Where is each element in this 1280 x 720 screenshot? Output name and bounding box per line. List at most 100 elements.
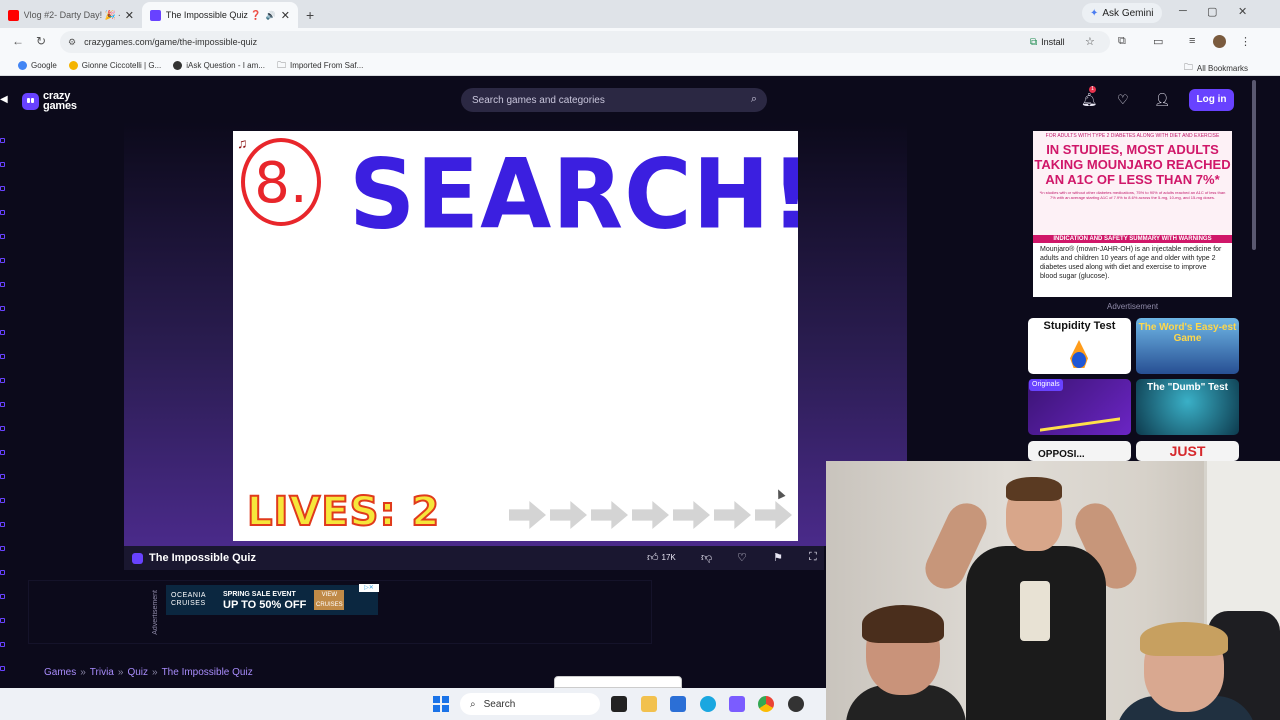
sidebar-icon[interactable] <box>0 258 5 263</box>
game-thumb-worlds-easiest[interactable]: The Word's Easy-est Game <box>1136 318 1239 374</box>
game-canvas[interactable]: ♫ 8. SEARCH! LIVES: 2 <box>233 131 798 541</box>
breadcrumb-link[interactable]: Trivia <box>90 667 114 678</box>
heart-icon[interactable]: ♡ <box>1117 92 1129 108</box>
game-thumb-opposite[interactable]: OPPOSI... <box>1028 441 1131 461</box>
thumbs-down-icon[interactable]: 👎︎ <box>701 551 712 564</box>
bookmark-label: Google <box>31 61 57 70</box>
taskbar-search[interactable]: ⌕ Search <box>460 693 600 715</box>
game-thumb-just[interactable]: JUST <box>1136 441 1239 461</box>
tab-youtube[interactable]: Vlog #2- Darty Day! 🎉 - YouTu ✕ <box>0 2 142 28</box>
thumb-title: OPPOSI... <box>1038 449 1085 460</box>
folder-icon: 🗀 <box>1183 62 1193 72</box>
oceania-ad-banner[interactable]: OCEANIA CRUISES SPRING SALE EVENT UP TO … <box>166 585 378 615</box>
cast-icon[interactable]: ≡ <box>1189 35 1195 47</box>
ask-gemini-button[interactable]: ✦ Ask Gemini <box>1082 3 1162 23</box>
bookmark-imported[interactable]: 🗀 Imported From Saf... <box>277 58 363 74</box>
store-icon[interactable] <box>670 696 686 712</box>
all-bookmarks-button[interactable]: 🗀 All Bookmarks <box>1184 60 1248 76</box>
like-button[interactable]: 👍︎ 17K <box>647 551 676 564</box>
sidebar-icon[interactable] <box>0 378 5 383</box>
reload-icon[interactable]: ↻ <box>36 34 46 48</box>
thumb-title: Stupidity Test <box>1043 320 1116 332</box>
bookmark-gionne[interactable]: Gionne Ciccotelli | G... <box>68 61 161 70</box>
sidebar-icon[interactable] <box>0 354 5 359</box>
edge-icon[interactable] <box>700 696 716 712</box>
profile-avatar[interactable] <box>1213 35 1226 48</box>
skip-arrow-icon <box>755 501 792 529</box>
address-bar[interactable]: ⚙ crazygames.com/game/the-impossible-qui… <box>60 31 1110 53</box>
iask-icon <box>173 61 183 70</box>
notification-badge: 1 <box>1089 86 1096 93</box>
chrome-icon[interactable] <box>758 696 774 712</box>
favorite-heart-icon[interactable]: ♡ <box>737 551 747 564</box>
sidebar-icon[interactable] <box>0 138 5 143</box>
ad-choices-icon[interactable]: ▷✕ <box>359 584 379 592</box>
bookmark-iask[interactable]: iAsk Question - I am... <box>173 61 265 70</box>
sidebar-icon[interactable] <box>0 522 5 527</box>
sidebar-icon[interactable] <box>0 162 5 167</box>
crazygames-logo[interactable]: crazy games <box>22 91 77 112</box>
sidebar-icon[interactable] <box>0 618 5 623</box>
sidebar-icon[interactable] <box>0 210 5 215</box>
fullscreen-icon[interactable]: ⛶ <box>809 551 817 564</box>
sidebar-icon[interactable] <box>0 402 5 407</box>
report-icon[interactable]: ⚑ <box>773 551 783 564</box>
sidebar-icon[interactable] <box>0 594 5 599</box>
file-explorer-icon[interactable] <box>641 696 657 712</box>
sidebar-icon[interactable] <box>0 282 5 287</box>
webcam-overlay <box>826 461 1280 720</box>
sidebar-toggle-icon[interactable]: ◀ <box>0 94 8 105</box>
sidebar-icon[interactable] <box>0 546 5 551</box>
sidebar-icon[interactable] <box>0 666 5 671</box>
breadcrumb-link[interactable]: Quiz <box>127 667 148 678</box>
left-sidebar-rail <box>0 122 8 688</box>
breadcrumb-link[interactable]: Games <box>44 667 76 678</box>
site-info-icon[interactable]: ⚙ <box>68 37 76 48</box>
sidebar-icon[interactable] <box>0 426 5 431</box>
install-app-button[interactable]: ⧉ Install <box>1030 34 1065 50</box>
sidebar-icon[interactable] <box>0 642 5 647</box>
close-window-icon[interactable]: ✕ <box>1238 5 1247 18</box>
question-text[interactable]: SEARCH! <box>349 138 798 250</box>
sidepanel-icon[interactable]: ▭ <box>1153 35 1163 48</box>
sidebar-icon[interactable] <box>0 306 5 311</box>
sidebar-icon[interactable] <box>0 234 5 239</box>
extensions-icon[interactable]: ⧉ <box>1118 35 1126 48</box>
windows-start-icon[interactable] <box>433 696 449 712</box>
skip-arrow-icon <box>550 501 587 529</box>
new-tab-button[interactable]: + <box>298 7 322 28</box>
app-grid-icon[interactable] <box>729 696 745 712</box>
taskbar-preview <box>554 676 682 688</box>
login-button[interactable]: Log in <box>1189 89 1234 111</box>
sidebar-icon[interactable] <box>0 570 5 575</box>
person-left <box>846 605 966 720</box>
sidebar-icon[interactable] <box>0 498 5 503</box>
sidebar-icon[interactable] <box>0 450 5 455</box>
ask-gemini-label: Ask Gemini <box>1102 7 1154 19</box>
task-view-icon[interactable] <box>611 696 627 712</box>
music-note-icon[interactable]: ♫ <box>237 135 248 151</box>
bell-icon[interactable]: 🔔︎ <box>1081 92 1098 108</box>
sidebar-icon[interactable] <box>0 330 5 335</box>
game-search-input[interactable]: Search games and categories ⌕ <box>461 88 767 112</box>
maximize-icon[interactable]: ▢ <box>1207 5 1217 18</box>
app-icon[interactable] <box>788 696 804 712</box>
sidebar-icon[interactable] <box>0 474 5 479</box>
bookmark-star-icon[interactable]: ☆ <box>1085 35 1095 48</box>
user-icon[interactable]: 👤︎ <box>1154 92 1171 108</box>
bookmark-google[interactable]: Google <box>18 61 57 70</box>
sidebar-icon[interactable] <box>0 186 5 191</box>
speaker-icon[interactable]: 🔊 <box>266 11 276 20</box>
close-icon[interactable]: ✕ <box>125 9 134 22</box>
game-thumb-dumb-test[interactable]: The "Dumb" Test <box>1136 379 1239 435</box>
search-icon[interactable]: ⌕ <box>751 93 757 106</box>
tab-impossible-quiz[interactable]: The Impossible Quiz ❓ Pla 🔊 ✕ <box>142 2 298 28</box>
page-scrollbar[interactable] <box>1252 80 1256 250</box>
ad-cta[interactable]: VIEW CRUISES <box>314 590 345 610</box>
close-icon[interactable]: ✕ <box>281 9 290 22</box>
menu-kebab-icon[interactable]: ⋮ <box>1240 35 1251 48</box>
thumb-title: The Word's Easy-est Game <box>1138 322 1237 344</box>
minimize-icon[interactable]: ─ <box>1179 5 1187 17</box>
back-icon[interactable]: ← <box>12 34 24 48</box>
mounjaro-ad[interactable]: FOR ADULTS WITH TYPE 2 DIABETES ALONG WI… <box>1033 131 1232 297</box>
